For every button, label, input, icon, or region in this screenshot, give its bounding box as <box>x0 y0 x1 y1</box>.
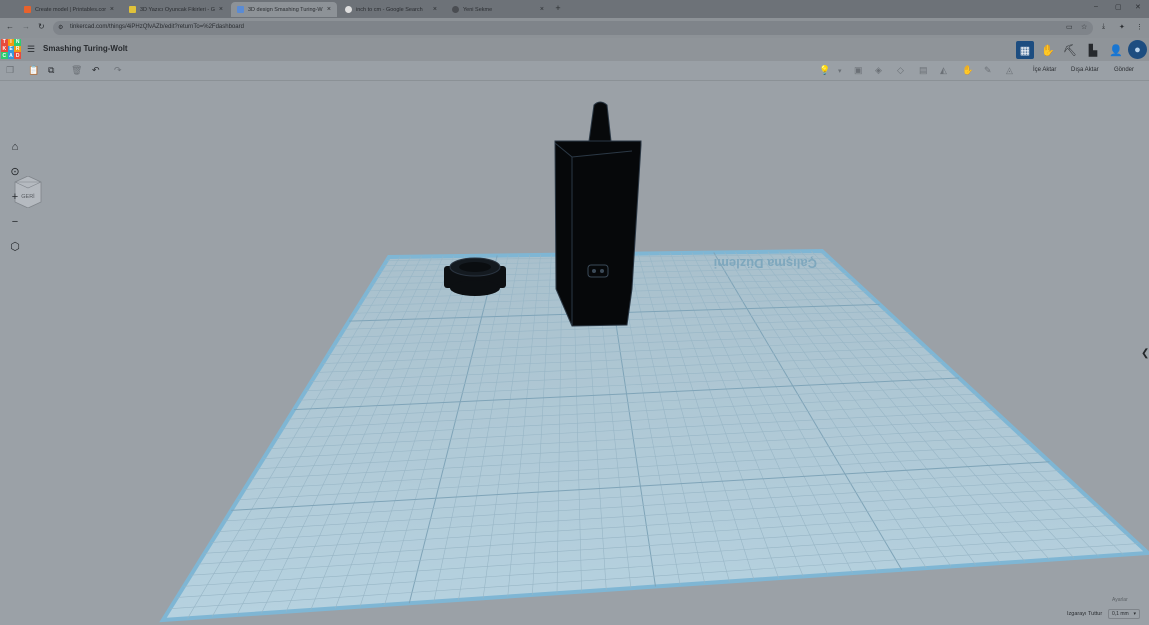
3d-workspace[interactable]: Çalışma Düzlemi GERİ ⌂ ⊙ + − ⬡ ❮ <box>0 81 1149 625</box>
chevron-down-icon: ▾ <box>1133 611 1136 617</box>
close-icon[interactable]: × <box>219 6 223 13</box>
workplane-scene: Çalışma Düzlemi <box>159 101 1149 623</box>
back-arrow-icon[interactable]: ← <box>6 22 14 31</box>
workplane[interactable] <box>159 248 1149 623</box>
logo-letter: R <box>14 45 21 53</box>
perspective-icon[interactable]: ⬡ <box>7 239 23 255</box>
site-info-icon[interactable]: ⚙ <box>58 24 63 31</box>
cruise-icon[interactable]: ✋ <box>962 65 973 76</box>
fit-view-icon[interactable]: ⊙ <box>7 164 23 180</box>
holder-shape[interactable] <box>554 101 642 327</box>
sim-lab-icon[interactable]: ✋ <box>1039 41 1057 59</box>
browser-tab-strip: Create model | Printables.com × 3D Yazıc… <box>0 0 1149 18</box>
extensions-icon[interactable]: ✦ <box>1119 23 1125 31</box>
group-icon[interactable]: ◈ <box>875 65 882 76</box>
snap-grid-select[interactable]: 0,1 mm ▾ <box>1108 609 1140 619</box>
chevron-left-icon[interactable]: ❮ <box>1141 348 1149 359</box>
tab-title: Yeni Sekme <box>463 6 493 13</box>
close-icon[interactable]: × <box>110 6 114 13</box>
new-tab-plus-icon[interactable]: + <box>553 3 563 13</box>
browser-toolbar: ← → ↻ ⚙ tinkercad.com/things/4iPHzQfvAZb… <box>0 18 1149 38</box>
tab-title: 3D Yazıcı Oyuncak Fikirleri - G… <box>140 6 215 13</box>
send-to-button[interactable]: Gönder <box>1114 67 1134 73</box>
logo-letter: E <box>7 45 15 53</box>
address-bar[interactable]: ⚙ tinkercad.com/things/4iPHzQfvAZb/edit?… <box>53 21 1093 35</box>
tab-title: inch to cm - Google Search <box>356 6 423 13</box>
window-close-icon[interactable]: ✕ <box>1135 3 1141 11</box>
settings-link[interactable]: Ayarlar <box>1112 597 1128 603</box>
screen: Create model | Printables.com × 3D Yazıc… <box>0 0 1149 625</box>
zoom-in-icon[interactable]: + <box>7 189 23 205</box>
reshape-icon[interactable]: ✎ <box>984 65 992 76</box>
redo-icon[interactable]: ↷ <box>114 65 122 76</box>
browser-tab[interactable]: Create model | Printables.com × <box>18 2 120 17</box>
page-favicon-icon <box>129 6 136 13</box>
import-button[interactable]: İçe Aktar <box>1033 67 1056 73</box>
browser-tab[interactable]: 3D Yazıcı Oyuncak Fikirleri - G… × <box>123 2 229 17</box>
download-icon[interactable]: ⤓ <box>1102 23 1105 31</box>
view-cube-label: GERİ <box>21 193 35 200</box>
edit-toolbar: ❐ 📋 ⧉ 🗑 ↶ ↷ 💡 ▾ ▣ ◈ ◇ ▤ ◭ ✋ ✎ ◬ İçe Akta… <box>0 61 1149 81</box>
share-user-icon[interactable]: 👤 <box>1107 41 1125 59</box>
mirror-icon[interactable]: ◭ <box>940 65 947 76</box>
logo-letter: C <box>1 52 8 59</box>
logo-letter: A <box>7 52 15 59</box>
home-view-icon[interactable]: ⌂ <box>7 139 23 155</box>
align-icon[interactable]: ▤ <box>919 65 928 76</box>
tinkercad-logo[interactable]: T I N K E R C A D <box>1 39 21 59</box>
bricks-icon[interactable]: ▙ <box>1084 41 1102 59</box>
browser-tab-active[interactable]: 3D design Smashing Turing-W… × <box>231 2 337 17</box>
export-button[interactable]: Dışa Aktar <box>1071 67 1099 73</box>
design-menu-icon[interactable]: ☰ <box>27 44 35 55</box>
tinkercad-favicon-icon <box>237 6 244 13</box>
grid-view-icon[interactable]: ▦ <box>1016 41 1034 59</box>
browser-tab[interactable]: Yeni Sekme × <box>446 2 550 17</box>
tab-title: Create model | Printables.com <box>35 6 106 13</box>
printables-favicon-icon <box>24 6 31 13</box>
reload-icon[interactable]: ↻ <box>38 22 45 31</box>
browser-tab[interactable]: inch to cm - Google Search × <box>339 2 443 17</box>
zoom-out-icon[interactable]: − <box>7 214 23 230</box>
logo-letter: K <box>1 45 8 53</box>
user-avatar-icon[interactable]: ● <box>1128 40 1147 59</box>
minimize-icon[interactable]: – <box>1094 3 1098 10</box>
bookmark-star-icon[interactable]: ☆ <box>1081 23 1087 31</box>
logo-letter: N <box>14 39 21 46</box>
delete-icon[interactable]: 🗑 <box>71 65 82 76</box>
undo-icon[interactable]: ↶ <box>92 65 100 76</box>
chevron-down-icon[interactable]: ▾ <box>838 67 842 75</box>
maximize-icon[interactable]: ▢ <box>1115 3 1122 11</box>
google-favicon-icon <box>345 6 352 13</box>
close-icon[interactable]: × <box>540 6 544 13</box>
duplicate-icon[interactable]: ⧉ <box>48 65 54 76</box>
snap-grid-value: 0,1 mm <box>1112 611 1129 617</box>
workplane-label: Çalışma Düzlemi <box>714 256 817 271</box>
design-title[interactable]: Smashing Turing-Wolt <box>43 44 128 53</box>
notes-icon[interactable]: ▣ <box>854 65 863 76</box>
close-icon[interactable]: × <box>327 6 331 13</box>
paste-icon[interactable]: 📋 <box>28 65 39 76</box>
light-bulb-icon[interactable]: 💡 <box>819 65 830 76</box>
ring-shape[interactable] <box>444 257 506 296</box>
install-app-icon[interactable]: ▭ <box>1066 23 1073 31</box>
tab-title: 3D design Smashing Turing-W… <box>248 6 323 13</box>
blocks-icon[interactable]: ⛏ <box>1061 41 1079 59</box>
forward-arrow-icon[interactable]: → <box>22 22 30 31</box>
ungroup-icon[interactable]: ◇ <box>897 65 904 76</box>
workplane-tool-icon[interactable]: ◬ <box>1006 65 1013 76</box>
new-tab-favicon-icon <box>452 6 459 13</box>
url-text: tinkercad.com/things/4iPHzQfvAZb/edit?re… <box>70 24 244 30</box>
logo-letter: D <box>14 52 21 59</box>
logo-letter: I <box>7 39 15 46</box>
copy-icon[interactable]: ❐ <box>6 65 14 76</box>
browser-menu-icon[interactable]: ⋮ <box>1136 23 1143 31</box>
snap-grid-label: Izgarayı Tuttur <box>1067 611 1103 617</box>
close-icon[interactable]: × <box>433 6 437 13</box>
app-header: T I N K E R C A D ☰ Smashing Turing-Wolt… <box>0 38 1149 61</box>
logo-letter: T <box>1 39 8 46</box>
